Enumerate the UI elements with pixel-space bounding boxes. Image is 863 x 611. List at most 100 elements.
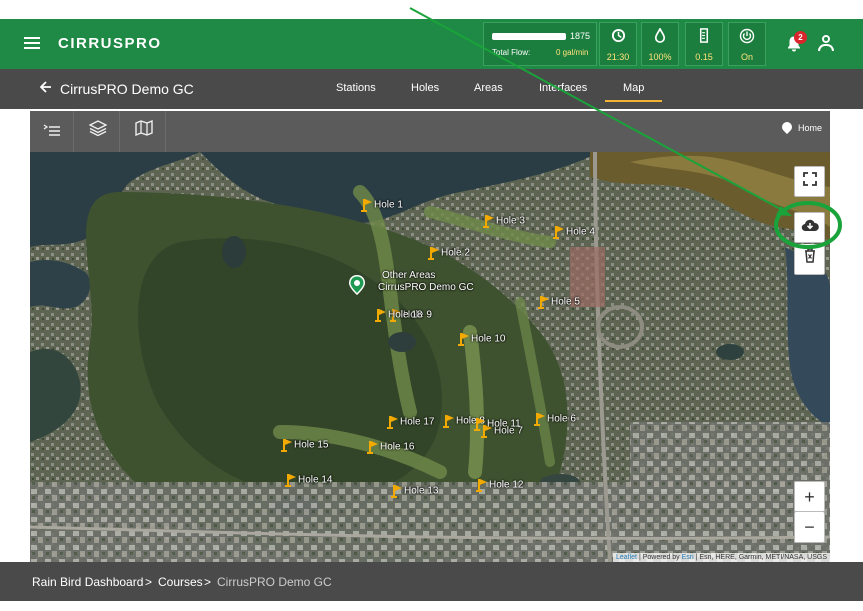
map-toolbar: Home <box>30 111 830 152</box>
hole-label: Hole 17 <box>400 416 435 428</box>
hole-marker-13[interactable]: Hole 13 <box>391 485 439 498</box>
clock-stat-button[interactable]: 21:30 <box>599 22 637 66</box>
hole-label: Hole 1 <box>374 199 403 211</box>
hole-marker-10[interactable]: Hole 10 <box>458 333 505 346</box>
tab-stations[interactable]: Stations <box>336 82 376 94</box>
total-flow-widget[interactable]: 1875 Total Flow: 0 gal/min <box>483 22 597 66</box>
trash-icon <box>804 248 815 263</box>
hole-marker-5[interactable]: Hole 5 <box>538 296 580 309</box>
flag-icon <box>428 247 439 260</box>
notification-count-badge: 2 <box>794 31 807 44</box>
list-toggle-button[interactable] <box>30 111 74 152</box>
flag-icon <box>483 215 494 228</box>
hole-marker-17[interactable]: Hole 17 <box>387 416 435 429</box>
app-header: CIRRUSPRO 1875 Total Flow: 0 gal/min 21:… <box>0 19 863 69</box>
flag-icon <box>443 415 454 428</box>
hamburger-menu-icon[interactable] <box>24 37 40 49</box>
course-title: CirrusPRO Demo GC <box>60 81 194 97</box>
esri-link[interactable]: Esri <box>682 554 694 561</box>
power-value: On <box>740 52 753 62</box>
breadcrumb-separator: > <box>204 575 212 589</box>
flag-icon <box>361 199 372 212</box>
course-subnav: CirrusPRO Demo GC Stations Holes Areas I… <box>0 69 863 109</box>
rain-gauge-stat-button[interactable]: 0.15 <box>685 22 723 66</box>
satellite-imagery <box>30 152 830 562</box>
breadcrumb-dashboard[interactable]: Rain Bird Dashboard <box>32 575 143 589</box>
home-label: Home <box>797 123 822 133</box>
cirruspro-logo: CIRRUSPRO <box>58 35 162 52</box>
hole-label: Hole 13 <box>404 485 439 497</box>
flag-icon <box>534 413 545 426</box>
cloud-download-icon <box>801 219 819 232</box>
flag-icon <box>375 309 386 322</box>
water-drop-icon <box>642 27 678 47</box>
download-map-button[interactable] <box>794 212 825 243</box>
fullscreen-icon <box>802 172 817 186</box>
hole-label: Hole 5 <box>551 296 580 308</box>
basemap-button[interactable] <box>122 111 166 152</box>
hole-label: Hole 12 <box>489 479 524 491</box>
power-icon <box>729 28 765 48</box>
hole-marker-11[interactable]: Hole 11 <box>474 418 521 431</box>
hole-marker-6[interactable]: Hole 6 <box>534 413 576 426</box>
zoom-in-button[interactable]: + <box>794 481 825 512</box>
flag-icon <box>391 485 402 498</box>
location-pin-icon <box>779 119 795 134</box>
hole-label: Hole 6 <box>547 413 576 425</box>
flag-icon <box>476 479 487 492</box>
flag-icon <box>538 296 549 309</box>
satellite-map[interactable]: Other Areas CirrusPRO Demo GC Hole 1 Hol… <box>30 152 830 562</box>
hole-marker-18[interactable]: Hole 18 <box>375 309 423 322</box>
course-location-pin-icon[interactable] <box>348 275 366 295</box>
list-indent-icon <box>43 124 60 136</box>
hole-label: Hole 4 <box>566 226 595 238</box>
course-map-label: CirrusPRO Demo GC <box>378 282 474 293</box>
breadcrumb-separator: > <box>145 575 153 589</box>
hole-marker-2[interactable]: Hole 2 <box>428 247 470 260</box>
hole-marker-16[interactable]: Hole 16 <box>367 441 415 454</box>
flow-progress-bar <box>492 33 566 40</box>
hole-marker-1[interactable]: Hole 1 <box>361 199 403 212</box>
hole-marker-4[interactable]: Hole 4 <box>553 226 595 239</box>
user-account-icon[interactable] <box>817 34 835 52</box>
power-stat-button[interactable]: On <box>728 22 766 66</box>
hole-label: Hole 3 <box>496 215 525 227</box>
map-icon <box>134 119 153 137</box>
map-attribution: Leaflet | Powered by Esri | Esri, HERE, … <box>612 553 830 562</box>
flag-icon <box>285 474 296 487</box>
hole-label: Hole 18 <box>388 309 423 321</box>
powered-by-text: | Powered by <box>638 554 680 561</box>
flow-max-value: 1875 <box>570 31 591 41</box>
hole-label: Hole 11 <box>487 418 521 430</box>
hole-label: Hole 15 <box>294 439 329 451</box>
flag-icon <box>281 439 292 452</box>
hole-label: Hole 14 <box>298 474 333 486</box>
hole-marker-14[interactable]: Hole 14 <box>285 474 333 487</box>
home-button[interactable]: Home <box>779 119 822 134</box>
zoom-out-button[interactable]: − <box>794 512 825 543</box>
gauge-icon <box>686 28 722 47</box>
tab-holes[interactable]: Holes <box>411 82 439 94</box>
bottom-margin <box>0 601 863 611</box>
leaflet-link[interactable]: Leaflet <box>616 554 637 561</box>
fullscreen-button[interactable] <box>794 166 825 197</box>
hole-marker-15[interactable]: Hole 15 <box>281 439 329 452</box>
water-budget-stat-button[interactable]: 100% <box>641 22 679 66</box>
rain-gauge-value: 0.15 <box>695 52 713 62</box>
tab-areas[interactable]: Areas <box>474 82 503 94</box>
logo-prefix: CIRRUS <box>58 35 125 52</box>
hole-marker-3[interactable]: Hole 3 <box>483 215 525 228</box>
breadcrumb-courses[interactable]: Courses <box>158 575 203 589</box>
hole-label: Hole 16 <box>380 441 415 453</box>
flag-icon <box>367 441 378 454</box>
logo-suffix: PRO <box>124 35 162 52</box>
tab-map[interactable]: Map <box>605 82 663 102</box>
back-arrow-icon[interactable] <box>39 80 52 96</box>
total-flow-value: 0 gal/min <box>556 48 589 57</box>
clear-map-button[interactable] <box>794 244 825 275</box>
hole-marker-12[interactable]: Hole 12 <box>476 479 524 492</box>
flag-icon <box>474 418 485 431</box>
tab-interfaces[interactable]: Interfaces <box>539 82 587 94</box>
top-margin <box>0 0 863 19</box>
layers-button[interactable] <box>76 111 120 152</box>
